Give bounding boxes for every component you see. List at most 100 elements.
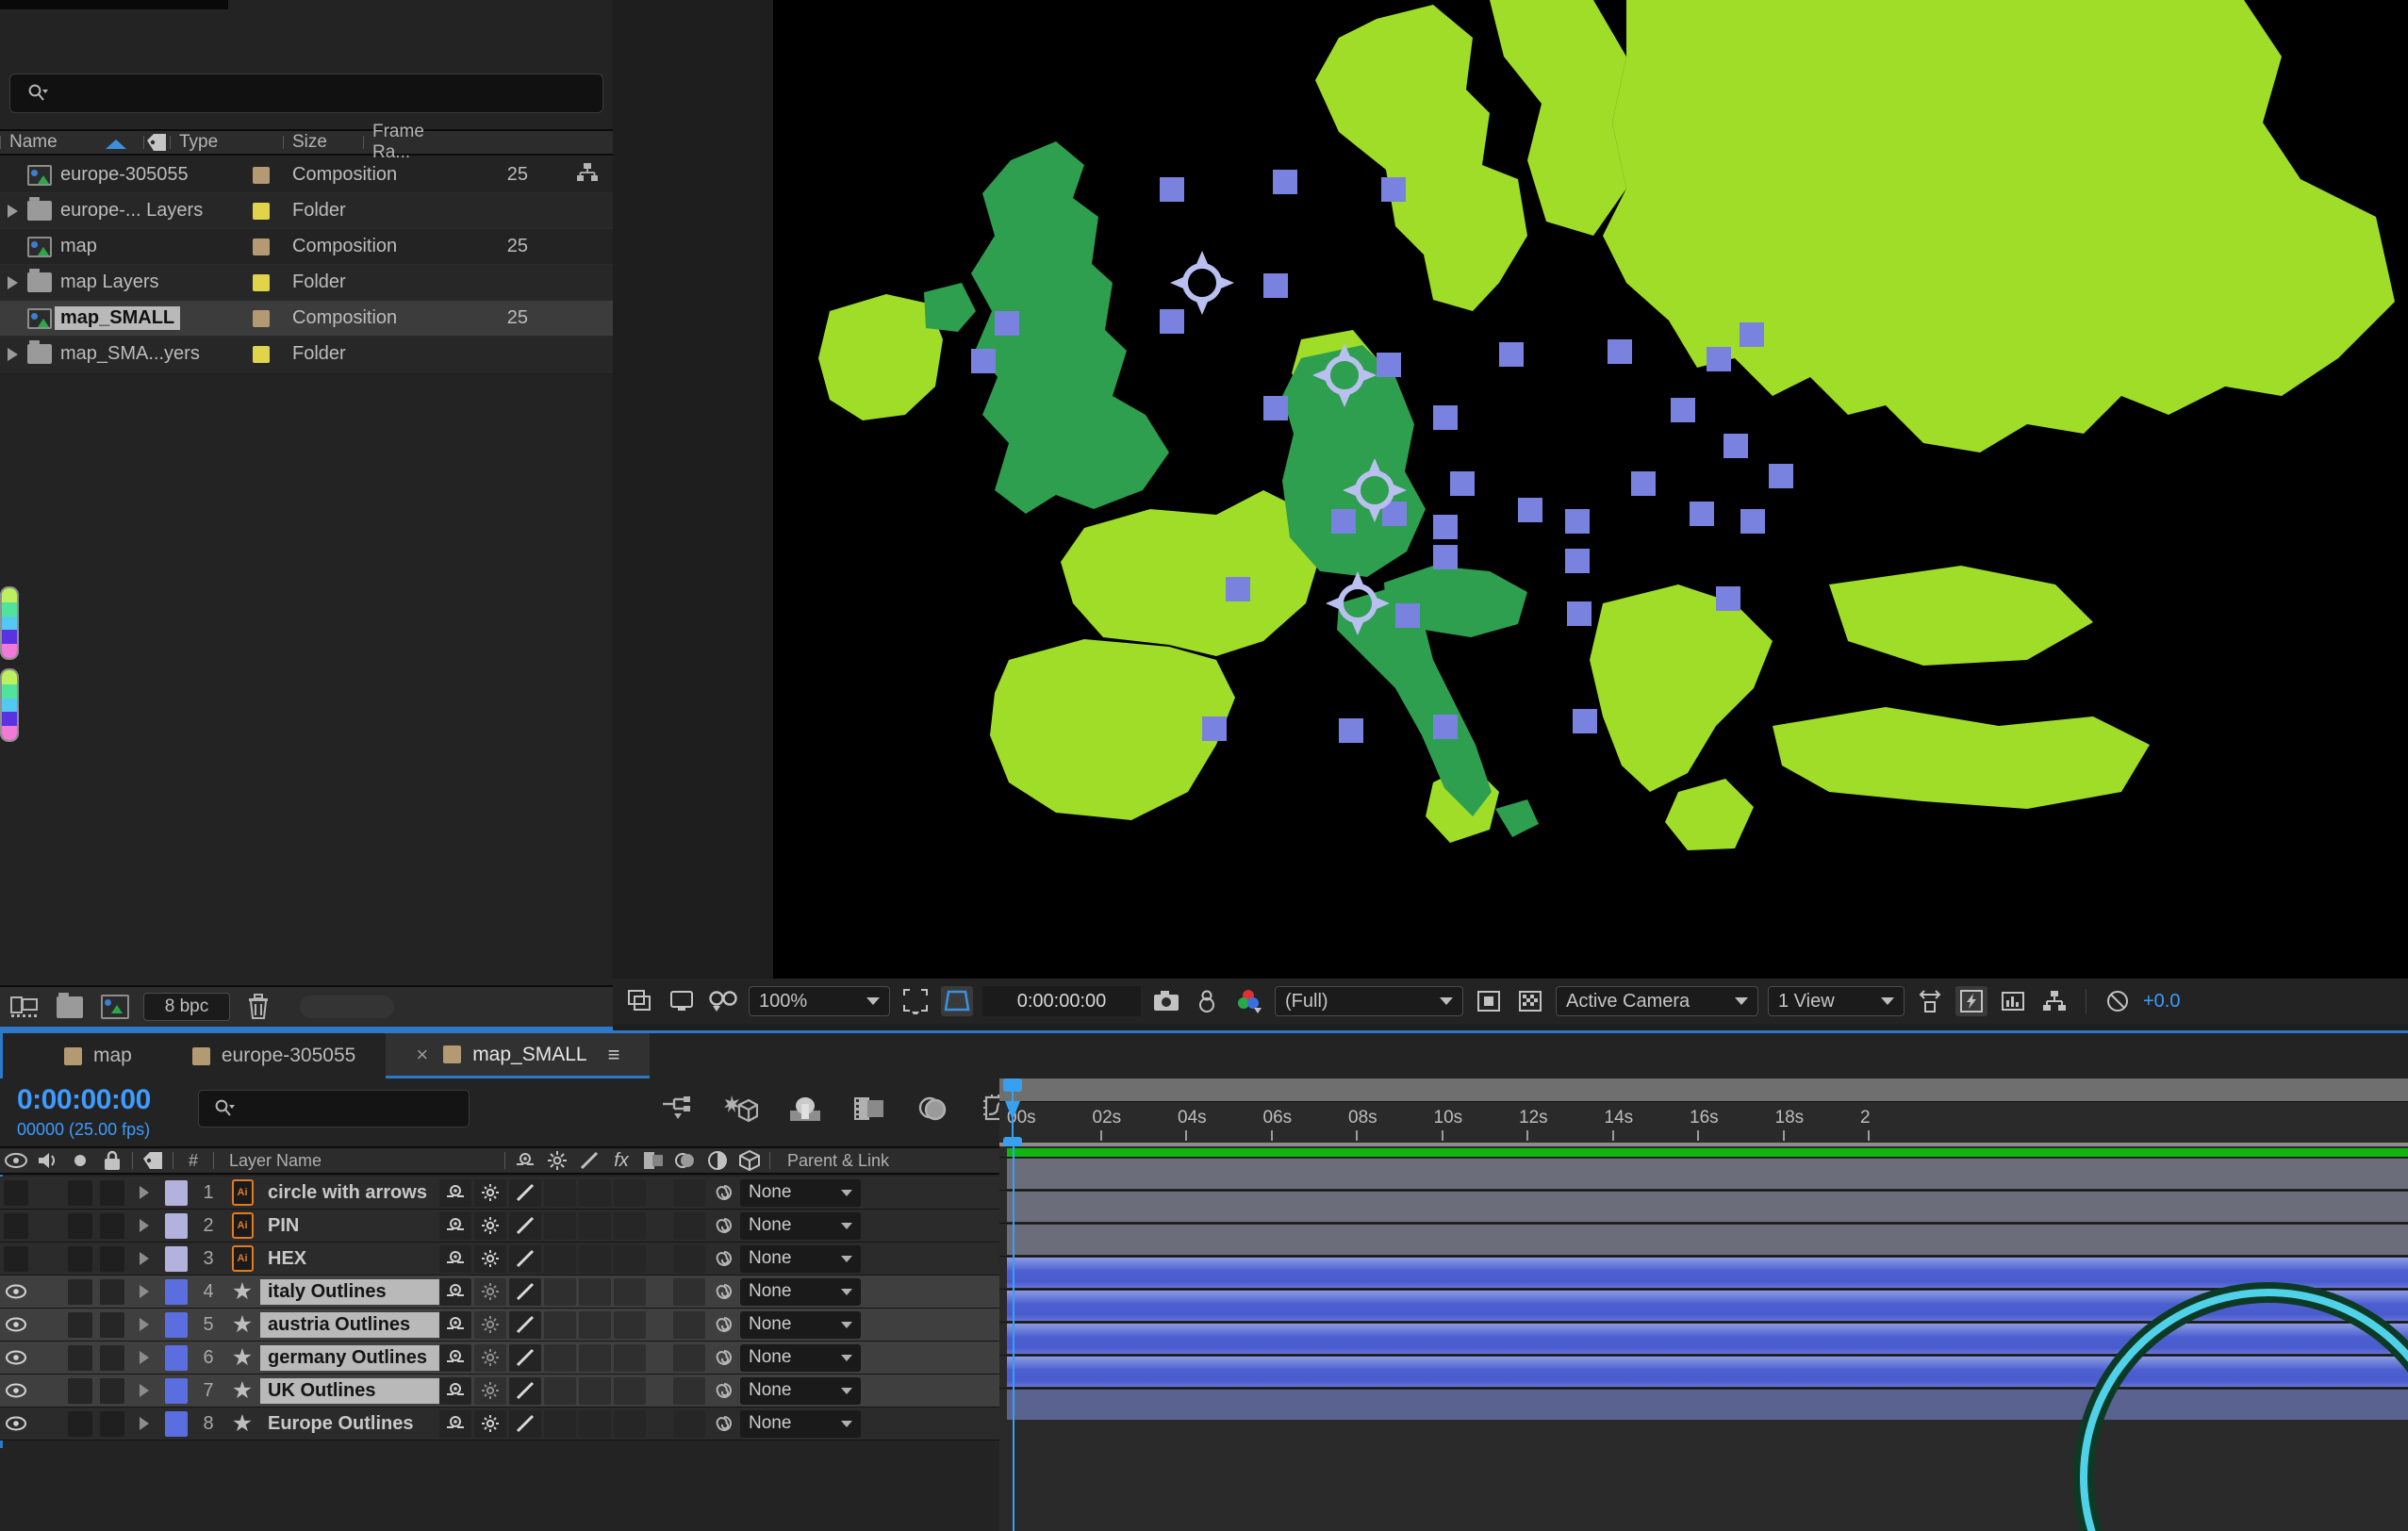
parent-pickwhip-icon[interactable] <box>708 1214 740 1237</box>
layer-switch-empty[interactable] <box>614 1245 646 1273</box>
layer-label-color[interactable] <box>160 1408 192 1440</box>
motion-blur-icon[interactable] <box>788 1092 822 1126</box>
project-item-row[interactable]: europe-... LayersFolder <box>0 193 613 229</box>
layer-switch-empty[interactable] <box>614 1311 646 1339</box>
column-header-framerate[interactable]: Frame Ra... <box>363 131 457 154</box>
layer-duration-bar[interactable] <box>1007 1225 2408 1255</box>
layer-quality-switch[interactable] <box>474 1377 506 1405</box>
layer-switch-empty[interactable] <box>614 1179 646 1207</box>
bit-depth-button[interactable]: 8 bpc <box>143 993 230 1021</box>
timeline-track-area[interactable] <box>999 1146 2408 1531</box>
layer-audio-toggle[interactable] <box>32 1276 64 1309</box>
project-item-row[interactable]: europe-305055Composition25 <box>0 157 613 193</box>
layer-quality-switch[interactable] <box>474 1344 506 1372</box>
layer-lock-toggle[interactable] <box>96 1210 128 1243</box>
lock-icon[interactable] <box>96 1150 128 1171</box>
layer-solo-toggle[interactable] <box>64 1309 96 1342</box>
resolution-select[interactable]: (Full) <box>1275 986 1463 1016</box>
layer-label-color[interactable] <box>160 1309 192 1342</box>
layer-lock-toggle[interactable] <box>96 1243 128 1276</box>
project-search[interactable] <box>9 74 603 113</box>
layer-audio-toggle[interactable] <box>32 1210 64 1243</box>
layer-quality-switch[interactable] <box>474 1212 506 1240</box>
expand-arrow-icon[interactable] <box>0 348 25 361</box>
layer-switch-empty[interactable] <box>544 1278 576 1306</box>
layer-visibility-toggle[interactable] <box>0 1243 32 1276</box>
layer-name[interactable]: Europe Outlines <box>260 1411 439 1437</box>
comp-flowchart-icon[interactable] <box>2038 986 2070 1016</box>
motion-blur-switch-icon[interactable] <box>669 1151 701 1170</box>
layer-switch-empty[interactable] <box>579 1212 611 1240</box>
layer-switch-empty[interactable] <box>579 1344 611 1372</box>
exposure-value[interactable]: +0.0 <box>2143 991 2180 1012</box>
layer-name[interactable]: HEX <box>260 1246 439 1272</box>
layer-switch-empty[interactable] <box>579 1179 611 1207</box>
show-snapshot-icon[interactable] <box>1192 986 1224 1016</box>
layer-switch-empty[interactable] <box>544 1311 576 1339</box>
layer-expand-arrow-icon[interactable] <box>128 1408 160 1440</box>
layer-expand-arrow-icon[interactable] <box>128 1243 160 1276</box>
layer-row[interactable]: 5★austria OutlinesNone <box>0 1309 999 1342</box>
layer-lock-toggle[interactable] <box>96 1276 128 1309</box>
project-item-name[interactable]: map_SMA...yers <box>55 342 206 366</box>
project-item-name[interactable]: map_SMALL <box>55 306 180 330</box>
layer-quality-switch[interactable] <box>474 1278 506 1306</box>
parent-select[interactable]: None <box>740 1410 861 1438</box>
layer-quality-switch[interactable] <box>474 1245 506 1273</box>
parent-pickwhip-icon[interactable] <box>708 1181 740 1204</box>
timeline-icon[interactable] <box>1997 986 2029 1016</box>
project-item-name[interactable]: map Layers <box>55 271 165 294</box>
delete-icon[interactable] <box>241 992 275 1022</box>
layer-label-color[interactable] <box>160 1210 192 1243</box>
layer-quality-switch[interactable] <box>474 1179 506 1207</box>
layer-audio-toggle[interactable] <box>32 1408 64 1440</box>
parent-select[interactable]: None <box>740 1212 861 1240</box>
shy-switch-icon[interactable] <box>509 1150 541 1171</box>
layer-shy-switch[interactable] <box>439 1245 471 1273</box>
audio-icon[interactable] <box>32 1151 64 1170</box>
layer-audio-toggle[interactable] <box>32 1375 64 1408</box>
layer-expand-arrow-icon[interactable] <box>128 1342 160 1375</box>
layer-visibility-toggle[interactable] <box>0 1375 32 1408</box>
region-of-interest-icon[interactable] <box>899 986 932 1016</box>
parent-select[interactable]: None <box>740 1311 861 1339</box>
column-header-size[interactable]: Size <box>283 131 363 154</box>
layer-visibility-toggle[interactable] <box>0 1342 32 1375</box>
toggle-pixel-aspect-icon[interactable] <box>1914 986 1946 1016</box>
layer-switch-empty[interactable] <box>614 1377 646 1405</box>
layer-3d-switch[interactable] <box>673 1344 705 1372</box>
frame-blend-icon[interactable] <box>637 1150 669 1171</box>
layer-solo-toggle[interactable] <box>64 1342 96 1375</box>
channels-icon[interactable] <box>1233 986 1265 1016</box>
layer-duration-bar[interactable] <box>1007 1258 2408 1288</box>
timeline-tab[interactable]: europe-305055 <box>162 1033 386 1078</box>
layer-name[interactable]: UK Outlines <box>260 1378 439 1404</box>
layer-name[interactable]: circle with arrows <box>260 1180 439 1206</box>
layer-row[interactable]: 6★germany OutlinesNone <box>0 1342 999 1375</box>
layer-name[interactable]: germany Outlines <box>260 1345 439 1371</box>
layer-shy-switch[interactable] <box>439 1410 471 1438</box>
layer-lock-toggle[interactable] <box>96 1309 128 1342</box>
3d-glasses-icon[interactable] <box>707 986 739 1016</box>
layer-switch-empty[interactable] <box>544 1410 576 1438</box>
layer-duration-bar[interactable] <box>1007 1192 2408 1222</box>
layer-visibility-toggle[interactable] <box>0 1309 32 1342</box>
layer-shy-switch[interactable] <box>439 1212 471 1240</box>
project-item-name[interactable]: map <box>55 235 103 258</box>
new-composition-icon[interactable] <box>8 992 41 1022</box>
layer-expand-arrow-icon[interactable] <box>128 1276 160 1309</box>
layer-audio-toggle[interactable] <box>32 1243 64 1276</box>
layer-audio-toggle[interactable] <box>32 1309 64 1342</box>
label-color-swatch[interactable] <box>253 239 270 255</box>
project-toolbar-pill[interactable] <box>300 996 394 1018</box>
column-header-type[interactable]: Type <box>170 131 283 154</box>
parent-pickwhip-icon[interactable] <box>708 1280 740 1303</box>
layer-row[interactable]: 1Aicircle with arrowsNone <box>0 1177 999 1210</box>
layer-3d-switch[interactable] <box>673 1377 705 1405</box>
layer-visibility-toggle[interactable] <box>0 1177 32 1210</box>
column-header-name[interactable]: Name <box>0 131 143 154</box>
parent-pickwhip-icon[interactable] <box>708 1346 740 1369</box>
layer-quality-switch[interactable] <box>474 1311 506 1339</box>
parent-pickwhip-icon[interactable] <box>708 1247 740 1270</box>
layer-switch-empty[interactable] <box>614 1278 646 1306</box>
